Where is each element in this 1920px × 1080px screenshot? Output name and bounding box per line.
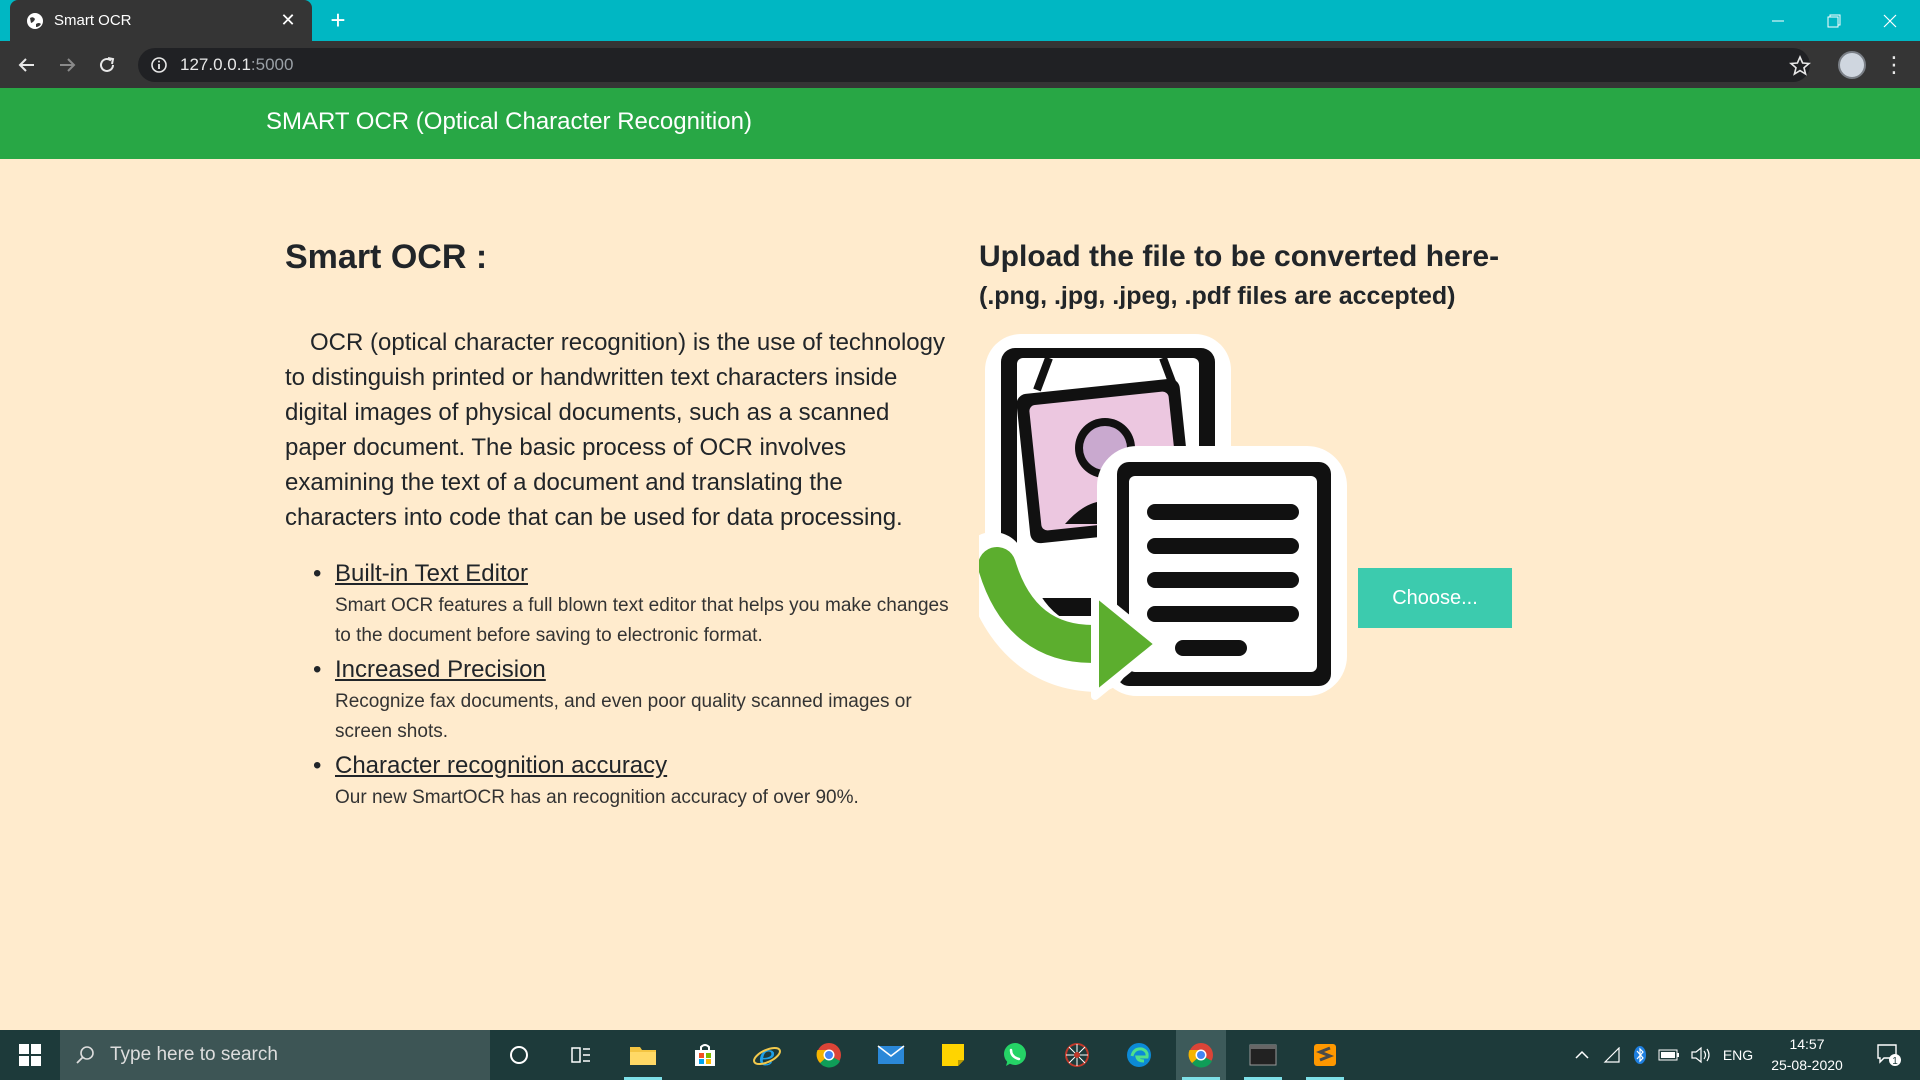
clock-date: 25-08-2020 — [1771, 1057, 1843, 1073]
info-icon[interactable] — [150, 56, 168, 74]
feature-item: Character recognition accuracy Our new S… — [313, 749, 955, 813]
feature-link-precision[interactable]: Increased Precision — [335, 656, 546, 683]
intro-paragraph: OCR (optical character recognition) is t… — [285, 329, 945, 531]
upload-title: Upload the file to be converted here- — [979, 240, 1500, 273]
chrome-icon[interactable] — [804, 1030, 854, 1080]
reload-icon[interactable] — [92, 50, 122, 80]
profile-avatar[interactable] — [1838, 51, 1866, 79]
microsoft-store-icon[interactable] — [680, 1030, 730, 1080]
close-window-icon[interactable] — [1862, 0, 1918, 41]
feature-description: Smart OCR features a full blown text edi… — [335, 595, 949, 646]
url-port: :5000 — [250, 55, 294, 74]
windows-start-icon[interactable] — [0, 1030, 60, 1080]
search-placeholder: Type here to search — [110, 1044, 278, 1065]
browser-tab[interactable]: Smart OCR ✕ — [10, 0, 312, 41]
mail-icon[interactable] — [866, 1030, 916, 1080]
show-hidden-icons-icon[interactable] — [1570, 1030, 1594, 1080]
accepted-formats: (.png, .jpg, .jpeg, .pdf files are accep… — [979, 282, 1456, 310]
description-column: Smart OCR : OCR (optical character recog… — [285, 238, 955, 815]
whatsapp-icon[interactable] — [990, 1030, 1040, 1080]
spider-app-icon[interactable] — [1052, 1030, 1102, 1080]
clock[interactable]: 14:57 25-08-2020 — [1762, 1034, 1852, 1076]
edge-icon[interactable] — [1114, 1030, 1164, 1080]
chrome-active-icon[interactable] — [1176, 1030, 1226, 1080]
sublime-text-icon[interactable] — [1300, 1030, 1350, 1080]
cortana-icon[interactable] — [494, 1030, 544, 1080]
navbar-brand[interactable]: SMART OCR (Optical Character Recognition… — [266, 108, 752, 136]
terminal-icon[interactable] — [1238, 1030, 1288, 1080]
feature-link-accuracy[interactable]: Character recognition accuracy — [335, 752, 667, 779]
bookmark-star-icon[interactable] — [1788, 54, 1814, 78]
browser-tab-bar: Smart OCR ✕ + — [0, 0, 1920, 41]
choose-file-button[interactable]: Choose... — [1358, 568, 1512, 628]
new-tab-button[interactable]: + — [324, 7, 352, 35]
task-view-icon[interactable] — [556, 1030, 606, 1080]
internet-explorer-icon[interactable]: e — [742, 1030, 792, 1080]
feature-link-text-editor[interactable]: Built-in Text Editor — [335, 560, 528, 587]
search-icon — [74, 1044, 96, 1066]
notification-badge: 1 — [1892, 1056, 1898, 1067]
back-arrow-icon[interactable] — [12, 50, 42, 80]
feature-item: Built-in Text Editor Smart OCR features … — [313, 557, 955, 651]
clock-time: 14:57 — [1789, 1036, 1825, 1052]
globe-icon — [26, 12, 44, 30]
feature-description: Recognize fax documents, and even poor q… — [335, 691, 912, 742]
network-icon[interactable] — [1600, 1030, 1624, 1080]
feature-description: Our new SmartOCR has an recognition accu… — [335, 787, 859, 808]
menu-kebab-icon[interactable]: ⋮ — [1883, 52, 1905, 78]
language-indicator[interactable]: ENG — [1718, 1030, 1758, 1080]
feature-list: Built-in Text Editor Smart OCR features … — [285, 557, 955, 813]
notification-center-icon[interactable]: 1 — [1866, 1030, 1912, 1080]
close-tab-icon[interactable]: ✕ — [278, 10, 298, 31]
sticky-notes-icon[interactable] — [928, 1030, 978, 1080]
bluetooth-icon[interactable] — [1630, 1030, 1650, 1080]
tab-title: Smart OCR — [54, 12, 132, 29]
address-bar[interactable]: 127.0.0.1:5000 — [138, 48, 1810, 82]
forward-arrow-icon[interactable] — [52, 50, 82, 80]
browser-toolbar: 127.0.0.1:5000 ⋮ — [0, 41, 1920, 88]
battery-icon[interactable] — [1656, 1030, 1682, 1080]
minimize-icon[interactable] — [1750, 0, 1806, 41]
page-content: SMART OCR (Optical Character Recognition… — [0, 88, 1920, 1030]
svg-text:e: e — [759, 1040, 776, 1070]
windows-taskbar: Type here to search e ENG 14:57 25-08-20… — [0, 1030, 1920, 1080]
upload-column: Upload the file to be converted here- (.… — [979, 238, 1579, 700]
url-host: 127.0.0.1 — [180, 55, 251, 74]
feature-item: Increased Precision Recognize fax docume… — [313, 653, 955, 747]
file-explorer-icon[interactable] — [618, 1030, 668, 1080]
page-heading: Smart OCR : — [285, 238, 488, 276]
taskbar-search-input[interactable]: Type here to search — [60, 1030, 490, 1080]
volume-icon[interactable] — [1688, 1030, 1714, 1080]
restore-icon[interactable] — [1806, 0, 1862, 41]
site-navbar: SMART OCR (Optical Character Recognition… — [0, 88, 1920, 159]
ocr-illustration-icon — [979, 334, 1347, 700]
